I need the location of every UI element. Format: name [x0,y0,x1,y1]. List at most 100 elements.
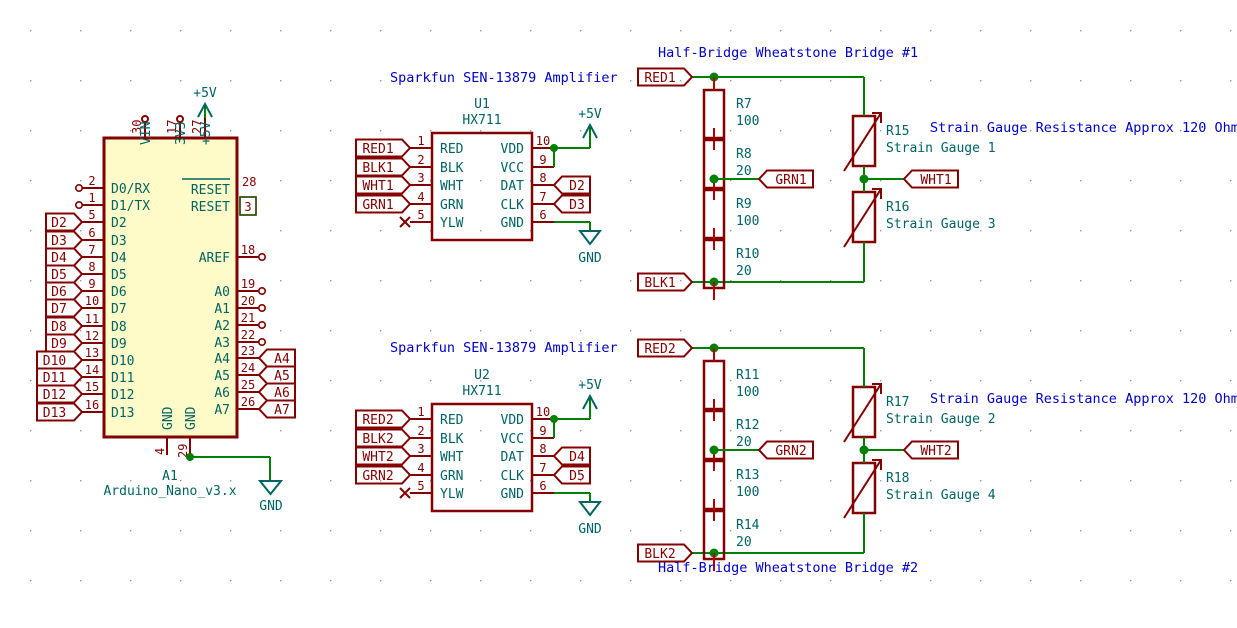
grid-dot [280,30,282,32]
note-bridge1: Half-Bridge Wheatstone Bridge #1 [658,45,918,61]
grid-dot [480,130,482,132]
grid-dot [1130,430,1132,432]
pin-number: 12 [85,329,99,343]
grid-dot [830,530,832,532]
schematic-drawing: +5V 30 17 27 VIN 3V3 +5V 4 29 GND GND GN… [0,0,1237,628]
pin-number: 9 [539,153,546,167]
grid-dot [580,30,582,32]
grid-dot [380,130,382,132]
pin-name: D3 [111,234,127,249]
grid-dot [330,530,332,532]
grid-dot [1130,380,1132,382]
pin-name: A0 [214,285,230,300]
grid-dot [580,280,582,282]
grid-dot [1080,430,1082,432]
arduino-reference: A1 [162,469,178,484]
grid-dot [380,80,382,82]
label-text: D6 [51,285,67,300]
pin-name: A1 [214,302,230,317]
pin-number: 28 [242,175,256,189]
pin-name: YLW [440,216,464,231]
pin-name: VDD [501,142,525,157]
label-text: RED1 [362,142,393,157]
resistor-reference: R12 [736,418,759,433]
grid-dot [780,230,782,232]
grid-dot [30,580,32,582]
pin-number: 9 [539,424,546,438]
resistor-reference: R14 [736,518,760,533]
label-text: GRN1 [775,173,806,188]
grid-dot [930,430,932,432]
pin-name: D1/TX [111,199,150,214]
grid-dot [130,80,132,82]
grid-dot [530,130,532,132]
grid-dot [30,530,32,532]
pin-number: 9 [88,277,95,291]
amplifier-reference: U2 [474,368,490,383]
grid-dot [630,380,632,382]
pin-name: D4 [111,251,127,266]
pin-number: 5 [88,208,95,222]
pin-name: GND [501,216,525,231]
amplifier-value: HX711 [462,113,501,128]
pin-number: 3 [244,200,251,214]
grid-dot [230,580,232,582]
grid-dot [380,230,382,232]
grid-dot [630,430,632,432]
grid-dot [880,530,882,532]
label-text: D4 [51,251,67,266]
grid-dot [830,230,832,232]
arduino-right-pin-reset-3[interactable]: RESET 3 [191,196,257,216]
label-text: D10 [43,354,66,369]
grid-dot [1180,380,1182,382]
grid-dot [830,580,832,582]
pin-number: 2 [88,174,95,188]
grid-dot [930,80,932,82]
grid-dot [630,480,632,482]
grid-dot [1080,330,1082,332]
pin-name: RESET [191,200,230,215]
grid-dot [80,130,82,132]
grid-dot [930,580,932,582]
grid-dot [930,380,932,382]
grid-dot [130,30,132,32]
grid-dot [1180,80,1182,82]
grid-dot [980,80,982,82]
resistor-value: 100 [736,114,759,129]
grid-dot [1180,180,1182,182]
junction-dot [550,144,558,152]
grid-dot [930,530,932,532]
grid-dot [1130,480,1132,482]
grid-dot [680,480,682,482]
grid-dot [280,280,282,282]
grid-dot [530,580,532,582]
grid-dot [80,180,82,182]
grid-dot [880,180,882,182]
grid-dot [730,480,732,482]
grid-dot [380,330,382,332]
grid-dot [1080,280,1082,282]
arduino-top-pin-name-2: +5V [199,121,214,145]
label-text: GRN1 [362,198,393,213]
pin-name: VDD [501,413,525,428]
arduino-bottom-pin-name-0: GND [161,406,176,430]
pin-number: 13 [85,346,99,360]
grid-dot [80,330,82,332]
pin-name: VCC [501,432,524,447]
grid-dot [530,380,532,382]
resistor-reference: R9 [736,197,752,212]
grid-dot [680,30,682,32]
grid-dot [930,280,932,282]
pin-name: A7 [214,403,230,418]
pin-name: VCC [501,161,524,176]
label-text: A6 [274,386,290,401]
grid-dot [780,30,782,32]
pin-number: 6 [539,208,546,222]
amplifier-value: HX711 [462,384,501,399]
grid-dot [680,530,682,532]
grid-dot [1130,80,1132,82]
pin-number: 10 [536,405,550,419]
resistor-value: 100 [736,214,759,229]
pin-number: 1 [417,134,424,148]
grid-dot [730,230,732,232]
